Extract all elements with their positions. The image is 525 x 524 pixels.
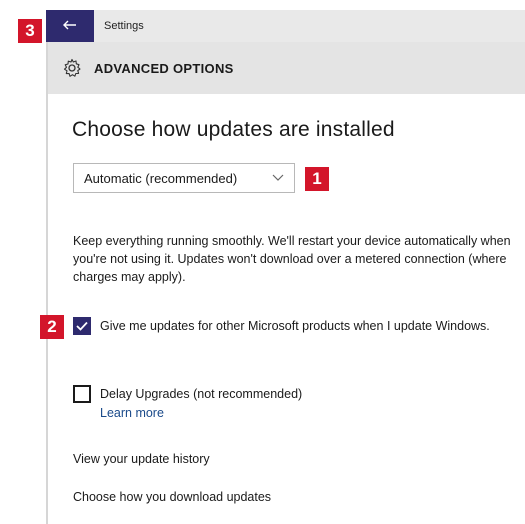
page-title: ADVANCED OPTIONS bbox=[94, 60, 234, 76]
learn-more-link[interactable]: Learn more bbox=[100, 406, 164, 420]
download-updates-link[interactable]: Choose how you download updates bbox=[73, 490, 271, 504]
microsoft-products-checkbox[interactable] bbox=[73, 317, 91, 335]
gear-icon bbox=[62, 58, 82, 78]
install-mode-dropdown[interactable]: Automatic (recommended) bbox=[73, 163, 295, 193]
screenshot-canvas: Settings ADVANCED OPTIONS Choose how upd… bbox=[0, 0, 525, 524]
delay-upgrades-checkbox[interactable] bbox=[73, 385, 91, 403]
checkbox-label: Delay Upgrades (not recommended) bbox=[100, 387, 303, 401]
window-title: Settings bbox=[104, 20, 144, 32]
dropdown-selected-value: Automatic (recommended) bbox=[84, 170, 238, 186]
page-header: ADVANCED OPTIONS bbox=[48, 42, 525, 94]
callout-marker: 1 bbox=[305, 167, 329, 191]
callout-marker: 2 bbox=[40, 315, 64, 339]
window-left-border bbox=[46, 40, 48, 524]
chevron-down-icon bbox=[272, 171, 284, 183]
install-mode-description: Keep everything running smoothly. We'll … bbox=[73, 234, 511, 284]
section-title: Choose how updates are installed bbox=[72, 118, 395, 141]
title-bar: Settings bbox=[46, 10, 525, 42]
checkbox-row-delay-upgrades[interactable]: Delay Upgrades (not recommended) bbox=[73, 385, 302, 403]
back-button[interactable] bbox=[46, 10, 94, 42]
callout-marker: 3 bbox=[18, 19, 42, 43]
checkmark-icon bbox=[76, 321, 88, 331]
back-arrow-icon bbox=[63, 17, 77, 35]
update-history-link[interactable]: View your update history bbox=[73, 452, 210, 466]
checkbox-row-microsoft-products[interactable]: Give me updates for other Microsoft prod… bbox=[73, 317, 513, 335]
checkbox-label: Give me updates for other Microsoft prod… bbox=[100, 319, 490, 333]
